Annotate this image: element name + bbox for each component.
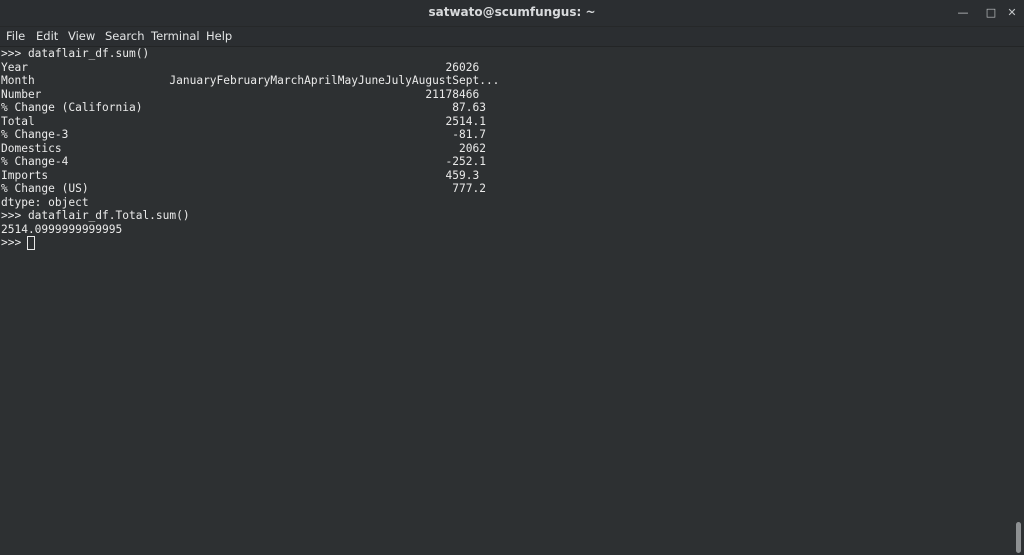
terminal-line: dtype: object — [1, 195, 89, 209]
terminal-line: Year 26026 — [1, 60, 480, 74]
minimize-icon[interactable]: — — [954, 4, 972, 22]
terminal-line: % Change-3 -81.7 — [1, 128, 486, 141]
menu-search[interactable]: Search — [105, 29, 145, 43]
terminal-line: 2514.0999999999995 — [1, 222, 123, 236]
terminal-line: % Change (US) 777.2 — [1, 182, 486, 195]
window-title: satwato@scumfungus: ~ — [428, 5, 596, 19]
scrollbar-thumb[interactable] — [1016, 522, 1021, 553]
title-bar[interactable]: satwato@scumfungus: ~ — □ ✕ — [0, 0, 1024, 27]
terminal-line: Domestics 2062 — [1, 141, 486, 155]
menu-view[interactable]: View — [68, 29, 95, 43]
menu-help[interactable]: Help — [206, 29, 232, 43]
menu-edit[interactable]: Edit — [36, 29, 58, 43]
terminal-line: Imports 459.3 — [1, 168, 480, 182]
scrollbar[interactable] — [1013, 47, 1024, 555]
terminal-line: >>> dataflair_df.sum() — [1, 47, 150, 60]
menu-bar: File Edit View Search Terminal Help — [0, 27, 1024, 47]
terminal-line: % Change (California) 87.63 — [1, 101, 486, 114]
terminal-line: >>> dataflair_df.Total.sum() — [1, 209, 190, 222]
text-cursor — [27, 236, 35, 250]
menu-terminal[interactable]: Terminal — [151, 29, 200, 43]
terminal-window: satwato@scumfungus: ~ — □ ✕ File Edit Vi… — [0, 0, 1024, 555]
terminal-line: Number 21178466 — [1, 87, 480, 101]
terminal-line: % Change-4 -252.1 — [1, 155, 486, 168]
maximize-icon[interactable]: □ — [982, 4, 1000, 22]
terminal-prompt: >>> — [1, 236, 28, 249]
terminal-output[interactable]: >>> dataflair_df.sum() Year 26026 Month … — [0, 47, 1013, 555]
menu-file[interactable]: File — [6, 29, 25, 43]
terminal-line: Month JanuaryFebruaryMarchAprilMayJuneJu… — [1, 74, 500, 87]
terminal-line: Total 2514.1 — [1, 114, 486, 128]
close-icon[interactable]: ✕ — [1003, 4, 1021, 22]
